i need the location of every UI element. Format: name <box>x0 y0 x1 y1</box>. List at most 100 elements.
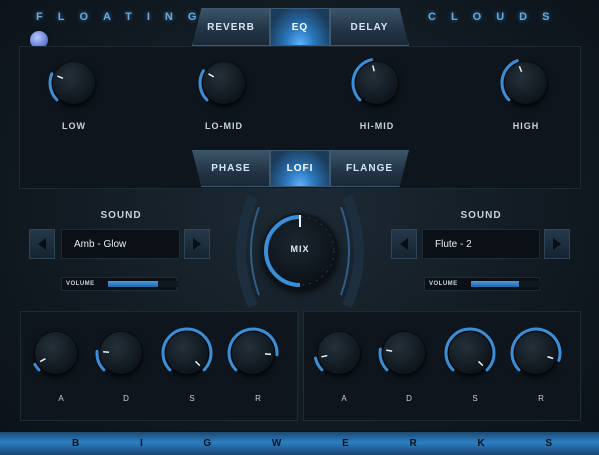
knob-graphic <box>500 59 523 102</box>
layer-b-decay-label: D <box>406 394 412 403</box>
knob-pointer <box>386 349 393 352</box>
layer-b-sustain-knob[interactable] <box>444 327 496 374</box>
tab-delay[interactable]: DELAY <box>330 8 409 46</box>
knob-pointer <box>321 354 328 358</box>
layer-b-sustain-label: S <box>472 394 478 403</box>
layer-a-decay-knob[interactable] <box>95 332 142 374</box>
layer-b-volume-fill <box>471 281 519 287</box>
mix-knob[interactable]: MIX <box>262 213 338 289</box>
arrow-left-icon <box>38 238 46 250</box>
knob-value-arc <box>444 327 496 372</box>
knob-graphic <box>227 327 279 372</box>
layer-a-volume[interactable]: VOLUME <box>61 277 178 291</box>
tab-lofi[interactable]: LOFI <box>270 150 330 187</box>
brand-title-right: CLOUDS <box>428 11 565 23</box>
footer-letter: S <box>545 438 552 449</box>
footer-letter: W <box>271 438 282 449</box>
arrow-right-icon <box>553 238 561 250</box>
knob-high-label: HIGH <box>512 121 540 131</box>
knob-lo-mid[interactable] <box>198 62 245 104</box>
knob-pointer <box>547 355 554 360</box>
knob-value-arc <box>500 59 519 102</box>
footer-brand: BIGWERKS <box>72 438 552 449</box>
layer-a-volume-fill <box>108 281 159 287</box>
knob-graphic <box>444 327 496 372</box>
knob-value-arc <box>510 327 562 372</box>
knob-pointer <box>39 358 46 363</box>
layer-a-volume-label: VOLUME <box>66 281 95 287</box>
layer-a-sound-label: SOUND <box>100 210 142 221</box>
knob-hi-mid-label: HI-MID <box>359 121 395 131</box>
knob-value-arc <box>351 58 373 102</box>
knob-graphic <box>351 58 375 102</box>
tab-phase[interactable]: PHASE <box>192 150 270 187</box>
footer-letter: E <box>342 438 349 449</box>
layer-a-volume-slider[interactable] <box>108 281 178 287</box>
layer-a-next-button[interactable] <box>184 229 210 259</box>
layer-b-release-knob[interactable] <box>510 327 562 374</box>
knob-high[interactable] <box>500 59 547 104</box>
knob-graphic <box>198 69 215 102</box>
mod-tab-bar: PHASE LOFI FLANGE <box>192 150 409 187</box>
layer-b-attack-label: A <box>341 394 347 403</box>
brand-title-left: FLOATING <box>36 11 212 23</box>
knob-value-arc <box>95 349 106 372</box>
layer-b-volume-label: VOLUME <box>429 281 458 287</box>
mix-label: MIX <box>290 244 310 254</box>
layer-a-prev-button[interactable] <box>29 229 55 259</box>
tab-reverb[interactable]: REVERB <box>192 8 270 46</box>
layer-b-sound-label: SOUND <box>460 210 502 221</box>
layer-b-decay-knob[interactable] <box>378 332 425 374</box>
knob-pointer <box>372 65 375 72</box>
layer-a-release-label: R <box>255 394 261 403</box>
arrow-left-icon <box>400 238 408 250</box>
layer-b-volume[interactable]: VOLUME <box>424 277 541 291</box>
knob-lo-mid-label: LO-MID <box>205 121 243 131</box>
knob-value-arc <box>161 327 213 372</box>
footer-letter: G <box>203 438 212 449</box>
footer-letter: K <box>477 438 485 449</box>
knob-graphic <box>48 72 64 102</box>
knob-pointer <box>478 360 484 367</box>
knob-low[interactable] <box>48 62 95 104</box>
knob-graphic <box>95 349 110 372</box>
arrow-right-icon <box>193 238 201 250</box>
footer-letter: R <box>409 438 417 449</box>
layer-a-decay-label: D <box>123 394 129 403</box>
knob-graphic <box>161 327 213 372</box>
layer-b-volume-slider[interactable] <box>471 281 541 287</box>
knob-hi-mid[interactable] <box>351 58 398 104</box>
knob-pointer <box>518 65 523 73</box>
layer-a-attack-label: A <box>58 394 64 403</box>
tab-flange[interactable]: FLANGE <box>330 150 409 187</box>
knob-pointer <box>195 360 201 367</box>
knob-low-label: LOW <box>62 121 86 131</box>
layer-a-sustain-label: S <box>189 394 195 403</box>
knob-pointer <box>208 73 215 78</box>
knob-graphic <box>33 358 46 372</box>
knob-graphic <box>510 327 562 372</box>
layer-b-preset-display[interactable]: Flute - 2 <box>422 229 540 259</box>
layer-b-attack-knob[interactable] <box>314 332 360 374</box>
layer-a-preset-display[interactable]: Amb - Glow <box>61 229 180 259</box>
knob-value-arc <box>378 347 389 372</box>
knob-pointer <box>57 75 64 80</box>
knob-graphic <box>378 347 393 372</box>
knob-value-arc <box>227 327 279 372</box>
fx-tab-bar: REVERB EQ DELAY <box>192 8 409 46</box>
footer-letter: B <box>72 438 80 449</box>
knob-value-arc <box>198 69 209 102</box>
layer-a-release-knob[interactable] <box>227 327 279 374</box>
knob-value-arc <box>314 356 324 372</box>
layer-b-prev-button[interactable] <box>391 229 417 259</box>
knob-graphic <box>314 354 328 372</box>
tab-eq[interactable]: EQ <box>270 8 330 46</box>
layer-a-sustain-knob[interactable] <box>161 327 213 374</box>
layer-b-release-label: R <box>538 394 544 403</box>
layer-a-attack-knob[interactable] <box>33 332 77 374</box>
layer-b-next-button[interactable] <box>544 229 570 259</box>
knob-value-arc <box>33 362 41 372</box>
plugin-window: FLOATING CLOUDS REVERB EQ DELAY LOW LO-M… <box>0 0 599 455</box>
footer-letter: I <box>139 438 143 449</box>
knob-value-arc <box>48 72 59 102</box>
